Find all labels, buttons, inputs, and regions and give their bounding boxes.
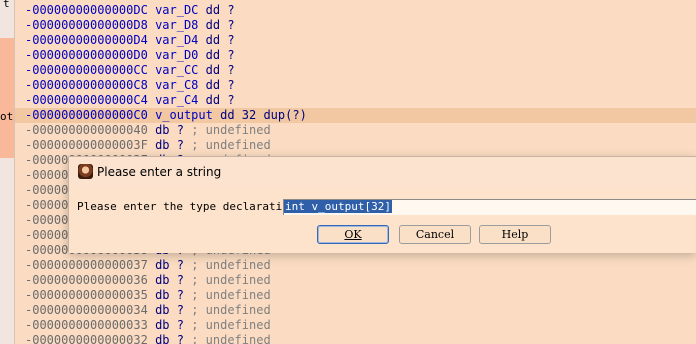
stack-var-name[interactable]: var_C4 xyxy=(155,93,198,107)
type-declaration-input[interactable]: int v_output[32] xyxy=(283,199,696,215)
stack-offset: -00000000000000D8 xyxy=(25,18,148,32)
stack-line-comment: ; undefined xyxy=(191,273,271,287)
stack-line-comment: ; undefined xyxy=(191,333,271,344)
stack-var-decl: db ? xyxy=(155,123,184,137)
stack-var-decl: dd ? xyxy=(205,93,235,107)
stack-line[interactable]: -0000000000000032 db ? ; undefined xyxy=(15,333,696,344)
stack-line[interactable]: -00000000000000D0 var_D0 dd ? xyxy=(15,48,696,63)
stack-var-name[interactable]: var_CC xyxy=(155,63,198,77)
stack-var-decl: db ? xyxy=(155,333,184,344)
stack-line-comment: ; undefined xyxy=(191,288,271,302)
type-declaration-value: int v_output[32] xyxy=(284,200,392,213)
stack-offset: -0000000000000036 xyxy=(25,273,148,287)
type-declaration-label: Please enter the type declaration xyxy=(77,200,296,213)
stack-var-decl: dd ? xyxy=(205,78,235,92)
stack-line[interactable]: -00000000000000C0 v_output dd 32 dup(?) xyxy=(15,108,696,123)
stack-offset: -00000000000000C4 xyxy=(25,93,148,107)
stack-line[interactable]: -00000000000000D8 var_D8 dd ? xyxy=(15,18,696,33)
stack-offset: -0000000000000033 xyxy=(25,318,148,332)
stack-line[interactable]: -00000000000000D4 var_D4 dd ? xyxy=(15,33,696,48)
stack-offset: -00000000000000C0 xyxy=(25,108,148,122)
stack-line[interactable]: -00000000000000C4 var_C4 dd ? xyxy=(15,93,696,108)
stack-line[interactable]: -00000000000000C8 var_C8 dd ? xyxy=(15,78,696,93)
stack-line-comment: ; undefined xyxy=(191,138,271,152)
ok-button[interactable]: OK xyxy=(317,225,389,244)
stack-var-decl: db ? xyxy=(155,258,184,272)
stack-var-name[interactable]: var_D8 xyxy=(155,18,198,32)
stack-var-decl: dd ? xyxy=(205,3,235,17)
stack-var-name[interactable]: var_D4 xyxy=(155,33,198,47)
stack-offset: -0000000000000037 xyxy=(25,258,148,272)
stack-var-decl: dd ? xyxy=(205,63,235,77)
stack-var-decl: db ? xyxy=(155,303,184,317)
stack-offset: -0000000000000032 xyxy=(25,333,148,344)
stack-line[interactable]: -00000000000000DC var_DC dd ? xyxy=(15,3,696,18)
stack-line[interactable]: -0000000000000035 db ? ; undefined xyxy=(15,288,696,303)
stack-var-decl: dd ? xyxy=(205,18,235,32)
stack-offset: -00000000000000D4 xyxy=(25,33,148,47)
stack-line[interactable]: -0000000000000037 db ? ; undefined xyxy=(15,258,696,273)
stack-line[interactable]: -0000000000000033 db ? ; undefined xyxy=(15,318,696,333)
stack-offset: -00000000000000D0 xyxy=(25,48,148,62)
enter-string-dialog: Please enter a string Please enter the t… xyxy=(68,156,696,253)
cancel-button[interactable]: Cancel xyxy=(399,225,471,244)
stack-offset: -00000000000000DC xyxy=(25,3,148,17)
stack-line[interactable]: -00000000000000CC var_CC dd ? xyxy=(15,63,696,78)
stack-var-name[interactable]: var_C8 xyxy=(155,78,198,92)
stack-line-comment: ; undefined xyxy=(191,123,271,137)
stack-var-name[interactable]: var_DC xyxy=(155,3,198,17)
stack-var-decl: db ? xyxy=(155,273,184,287)
stack-line[interactable]: -0000000000000036 db ? ; undefined xyxy=(15,273,696,288)
dialog-title: Please enter a string xyxy=(97,165,222,179)
left-pane-fragment-top: t xyxy=(3,0,10,10)
stack-line[interactable]: -0000000000000034 db ? ; undefined xyxy=(15,303,696,318)
left-pane-highlight xyxy=(0,38,14,158)
left-pane-fragment-mid: ot xyxy=(0,110,14,123)
stack-offset: -0000000000000040 xyxy=(25,123,148,137)
stack-line-comment: ; undefined xyxy=(191,303,271,317)
stack-var-decl: db ? xyxy=(155,318,184,332)
stack-var-decl: db ? xyxy=(155,288,184,302)
left-pane: t ot xyxy=(0,0,15,344)
stack-line[interactable]: -000000000000003F db ? ; undefined xyxy=(15,138,696,153)
stack-var-name[interactable]: var_D0 xyxy=(155,48,198,62)
stack-offset: -00000000000000C8 xyxy=(25,78,148,92)
stack-var-decl: db ? xyxy=(155,138,184,152)
stack-offset: -000000000000003F xyxy=(25,138,148,152)
stack-offset: -0000000000000034 xyxy=(25,303,148,317)
stack-var-name[interactable]: v_output xyxy=(155,108,213,122)
stack-var-decl: dd 32 dup(?) xyxy=(220,108,307,122)
help-button[interactable]: Help xyxy=(479,225,551,244)
stack-line[interactable]: -0000000000000040 db ? ; undefined xyxy=(15,123,696,138)
stack-line-comment: ; undefined xyxy=(191,318,271,332)
stack-offset: -00000000000000CC xyxy=(25,63,148,77)
stack-line-comment: ; undefined xyxy=(191,258,271,272)
stack-offset: -0000000000000035 xyxy=(25,288,148,302)
ida-app-icon xyxy=(78,164,93,179)
stack-var-decl: dd ? xyxy=(205,33,235,47)
stack-var-decl: dd ? xyxy=(205,48,235,62)
